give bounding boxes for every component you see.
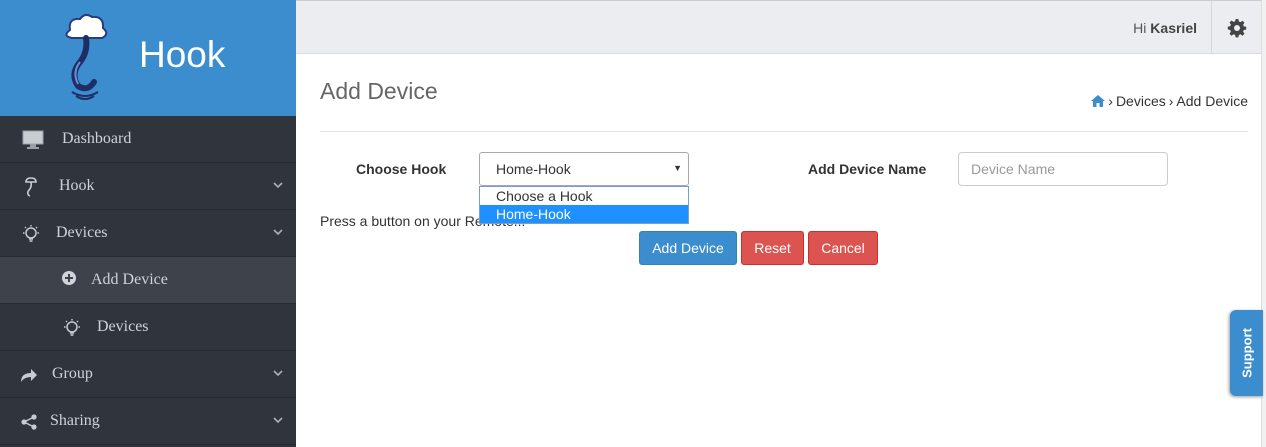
sidebar-item-group[interactable]: Group bbox=[0, 351, 296, 398]
sidebar-item-label: Devices bbox=[97, 318, 149, 335]
user-greeting[interactable]: Hi Kasriel bbox=[1133, 20, 1197, 36]
settings-button[interactable] bbox=[1211, 1, 1261, 54]
device-name-input[interactable] bbox=[958, 152, 1168, 186]
greeting-prefix: Hi bbox=[1133, 20, 1147, 36]
share-arrow-icon bbox=[18, 364, 40, 386]
caret-down-icon: ▼ bbox=[673, 163, 682, 173]
breadcrumb-devices[interactable]: Devices bbox=[1116, 93, 1166, 109]
breadcrumb-separator: › bbox=[1108, 93, 1113, 109]
hook-option-selected[interactable]: Home-Hook bbox=[480, 205, 688, 223]
chevron-down-icon bbox=[273, 182, 283, 189]
header-divider bbox=[320, 131, 1248, 132]
chevron-down-icon bbox=[273, 417, 283, 424]
support-label: Support bbox=[1239, 328, 1254, 378]
breadcrumb-separator: › bbox=[1168, 93, 1174, 109]
top-bar: Hi Kasriel bbox=[296, 0, 1261, 54]
sidebar-item-dashboard[interactable]: Dashboard bbox=[0, 116, 296, 163]
plus-circle-icon bbox=[58, 267, 80, 289]
reset-button[interactable]: Reset bbox=[741, 231, 804, 265]
sidebar-item-label: Hook bbox=[59, 177, 95, 194]
sidebar-item-devices-list[interactable]: Devices bbox=[0, 304, 296, 351]
sidebar-item-label: Devices bbox=[56, 224, 108, 241]
bulb-icon bbox=[20, 223, 42, 245]
page-title: Add Device bbox=[320, 78, 438, 104]
hook-dropdown-list[interactable]: Choose a Hook Home-Hook bbox=[479, 186, 689, 224]
share-icon bbox=[18, 411, 40, 433]
hook-icon bbox=[20, 176, 42, 198]
sidebar-item-add-device[interactable]: Add Device bbox=[0, 257, 296, 304]
breadcrumb-current: Add Device bbox=[1176, 93, 1248, 109]
sidebar-item-devices[interactable]: Devices bbox=[0, 210, 296, 257]
monitor-icon bbox=[22, 129, 44, 151]
hook-option[interactable]: Choose a Hook bbox=[480, 187, 688, 205]
sidebar-item-label: Add Device bbox=[91, 271, 168, 288]
cancel-button[interactable]: Cancel bbox=[808, 231, 878, 265]
breadcrumb: › Devices › Add Device bbox=[1091, 93, 1248, 109]
sidebar-item-label: Group bbox=[52, 365, 93, 382]
add-device-button[interactable]: Add Device bbox=[639, 231, 737, 265]
sidebar: Hook Dashboard Hook Devices Add Device D… bbox=[0, 0, 296, 447]
chevron-down-icon bbox=[273, 370, 283, 377]
hook-select-value: Home-Hook bbox=[496, 161, 571, 177]
gear-icon bbox=[1227, 18, 1246, 37]
device-name-label: Add Device Name bbox=[808, 161, 927, 177]
hook-logo-icon bbox=[65, 13, 108, 100]
support-tab[interactable]: Support bbox=[1230, 310, 1263, 396]
hook-select[interactable]: Home-Hook ▼ bbox=[479, 152, 689, 186]
home-icon[interactable] bbox=[1091, 95, 1106, 107]
choose-hook-label: Choose Hook bbox=[356, 161, 447, 177]
app-title: Hook bbox=[139, 34, 226, 75]
sidebar-item-label: Dashboard bbox=[62, 130, 132, 147]
sidebar-item-hook[interactable]: Hook bbox=[0, 163, 296, 210]
bulb-icon bbox=[61, 317, 83, 339]
user-name: Kasriel bbox=[1150, 20, 1197, 36]
sidebar-item-sharing[interactable]: Sharing bbox=[0, 398, 296, 445]
sidebar-item-label: Sharing bbox=[50, 412, 100, 429]
chevron-down-icon bbox=[273, 229, 283, 236]
brand-header[interactable]: Hook bbox=[0, 0, 296, 116]
